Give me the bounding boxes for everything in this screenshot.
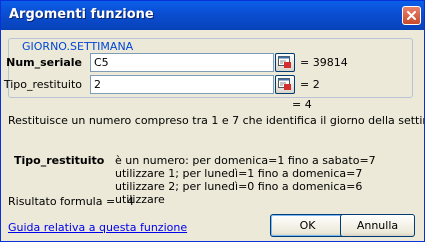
function-result: = 4: [292, 98, 312, 111]
function-arguments-dialog: Argomenti funzione GIORNO.SETTIMANA Num_…: [0, 0, 425, 242]
argument-help-text: è un numero: per domenica=1 fino a sabat…: [115, 154, 376, 206]
function-description: Restituisce un numero compreso tra 1 e 7…: [8, 114, 424, 127]
argument-label: Tipo_restituito: [3, 78, 82, 91]
formula-result-label: Risultato formula =: [8, 195, 116, 208]
formula-result-value: 4: [127, 195, 134, 208]
argument-result: = 39814: [300, 56, 348, 69]
argument-label: Num_seriale: [6, 56, 82, 69]
ok-button[interactable]: OK: [270, 214, 345, 237]
collapse-dialog-button[interactable]: [275, 53, 295, 72]
collapse-dialog-icon: [278, 78, 291, 90]
help-link[interactable]: Guida relativa a questa funzione: [8, 221, 187, 234]
argument-row-tipo-restituito: Tipo_restituito 2 = 2: [4, 75, 414, 95]
close-button[interactable]: [402, 6, 421, 25]
arguments-group: GIORNO.SETTIMANA Num_seriale C5 = 39814 …: [4, 38, 414, 98]
close-icon: [407, 11, 416, 20]
tipo-restituito-input[interactable]: 2: [90, 75, 274, 94]
collapse-dialog-icon: [278, 56, 291, 68]
collapse-dialog-button[interactable]: [275, 75, 295, 94]
dialog-content: GIORNO.SETTIMANA Num_seriale C5 = 39814 …: [1, 30, 424, 241]
argument-help-name: Tipo_restituito: [14, 154, 105, 167]
function-name: GIORNO.SETTIMANA: [19, 40, 137, 53]
title-bar[interactable]: Argomenti funzione: [1, 1, 424, 30]
argument-result: = 2: [300, 78, 320, 91]
window-title: Argomenti funzione: [9, 7, 154, 22]
argument-row-num-seriale: Num_seriale C5 = 39814: [6, 53, 414, 73]
num-seriale-input[interactable]: C5: [90, 53, 274, 72]
cancel-button[interactable]: Annulla: [340, 214, 415, 237]
